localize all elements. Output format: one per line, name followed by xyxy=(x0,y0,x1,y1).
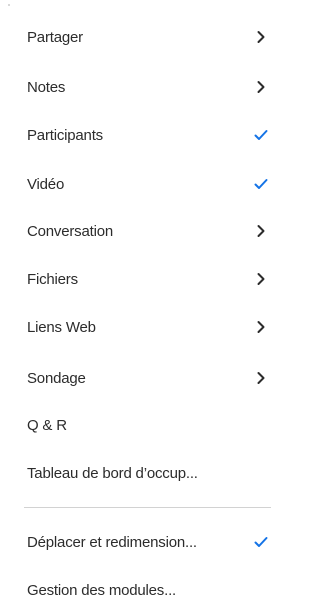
menu-item-video[interactable]: Vidéo xyxy=(0,160,283,208)
menu-item-tableau-de-bord[interactable]: Tableau de bord d’occup... xyxy=(0,449,283,497)
menu-divider xyxy=(24,507,271,508)
menu-item-label: Tableau de bord d’occup... xyxy=(27,464,198,482)
menu-item-participants[interactable]: Participants xyxy=(0,111,283,159)
chevron-right-icon xyxy=(253,370,269,386)
menu-item-label: Gestion des modules... xyxy=(27,581,177,599)
menu-item-label: Q & R xyxy=(27,416,67,434)
chevron-right-icon xyxy=(253,79,269,95)
corner-dot xyxy=(8,4,10,6)
menu-item-label: Liens Web xyxy=(27,318,96,336)
chevron-right-icon xyxy=(253,29,269,45)
menu-item-partager[interactable]: Partager xyxy=(0,13,283,61)
menu-item-sondage[interactable]: Sondage xyxy=(0,354,283,402)
menu-item-label: Participants xyxy=(27,126,103,144)
chevron-right-icon xyxy=(253,319,269,335)
chevron-right-icon xyxy=(253,223,269,239)
pods-menu: Partager Notes Participants Vidéo Conver… xyxy=(0,0,283,614)
menu-item-conversation[interactable]: Conversation xyxy=(0,207,283,255)
menu-item-deplacer-redimensionner[interactable]: Déplacer et redimension... xyxy=(0,518,283,566)
menu-item-label: Vidéo xyxy=(27,175,65,193)
menu-item-notes[interactable]: Notes xyxy=(0,63,283,111)
menu-item-gestion-modules[interactable]: Gestion des modules... xyxy=(0,566,283,614)
checkmark-icon xyxy=(253,176,269,192)
menu-item-label: Fichiers xyxy=(27,270,78,288)
menu-item-q-and-r[interactable]: Q & R xyxy=(0,401,283,449)
checkmark-icon xyxy=(253,127,269,143)
menu-item-label: Déplacer et redimension... xyxy=(27,533,197,551)
menu-item-liens-web[interactable]: Liens Web xyxy=(0,303,283,351)
checkmark-icon xyxy=(253,534,269,550)
chevron-right-icon xyxy=(253,271,269,287)
menu-item-label: Notes xyxy=(27,78,66,96)
menu-item-fichiers[interactable]: Fichiers xyxy=(0,255,283,303)
menu-item-label: Sondage xyxy=(27,369,86,387)
menu-item-label: Partager xyxy=(27,28,83,46)
menu-item-label: Conversation xyxy=(27,222,113,240)
